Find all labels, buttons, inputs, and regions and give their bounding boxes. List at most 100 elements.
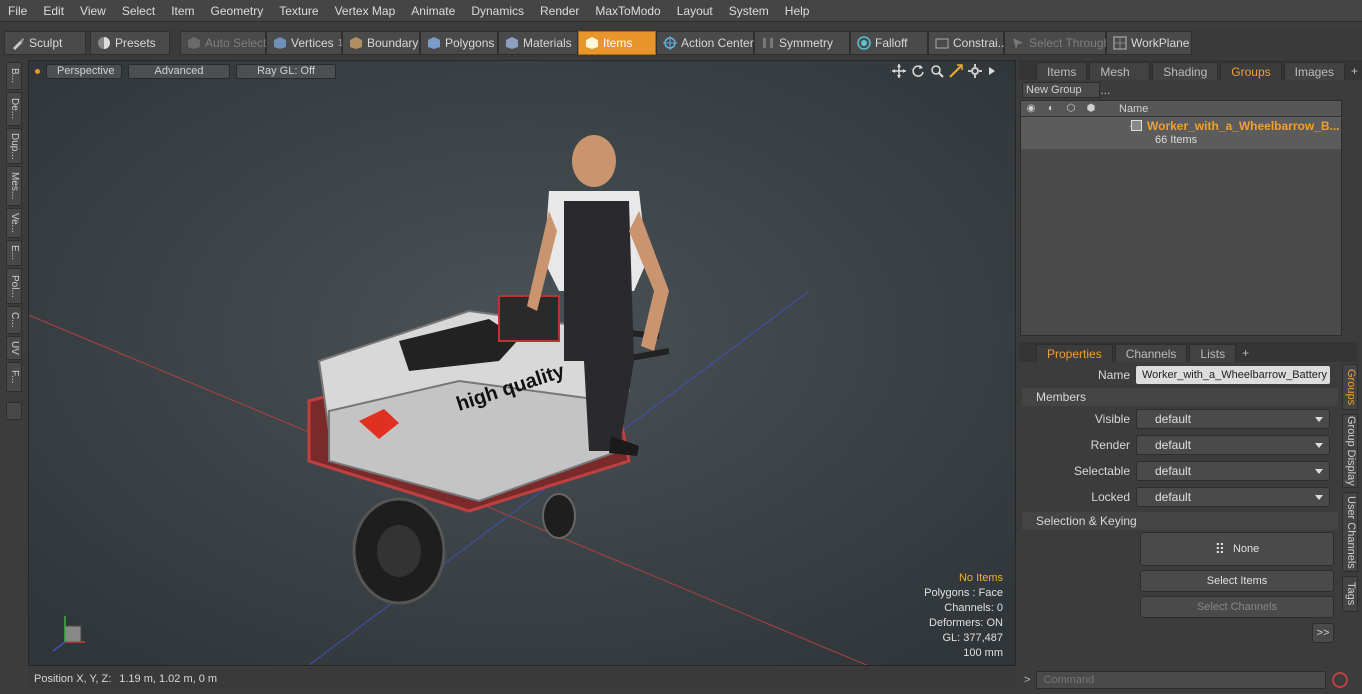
command-bar: > [1018,668,1362,692]
selection-keying-section[interactable]: Selection & Keying [1022,512,1338,530]
stats-polygons: Polygons : Face [924,587,1003,599]
render-dropdown[interactable]: default [1136,435,1330,455]
menu-animate[interactable]: Animate [403,0,463,22]
add-properties-tab-icon[interactable]: + [1238,344,1253,362]
action-center-label: Action Center [681,36,754,50]
locked-label: Locked [1091,490,1130,504]
auto-select-button[interactable]: Auto Select [180,31,266,55]
tab-lists[interactable]: Lists [1189,344,1237,362]
presets-icon [98,37,110,49]
menu-render[interactable]: Render [532,0,587,22]
selectable-dropdown[interactable]: default [1136,461,1330,481]
select-channels-button[interactable]: Select Channels [1140,596,1334,618]
menu-vertex-map[interactable]: Vertex Map [327,0,404,22]
left-tab-mesh[interactable]: Mes... [6,166,22,206]
left-tab-deform[interactable]: De... [6,92,22,126]
side-tab-groups[interactable]: Groups [1342,364,1358,410]
tab-items[interactable]: Items [1036,62,1088,80]
workplane-button[interactable]: WorkPlane [1106,31,1192,55]
raygl-button[interactable]: Ray GL: Off [236,63,336,79]
vertices-label: Vertices [291,36,334,50]
menu-view[interactable]: View [72,0,114,22]
locked-row: Locked default [1018,486,1338,508]
constrain-button[interactable]: Constrai... [928,31,1008,55]
command-prompt-icon: > [1024,674,1031,686]
left-tab-extra[interactable] [6,402,22,420]
menu-item[interactable]: Item [163,0,202,22]
properties-tabs: Properties Channels Lists + [1018,342,1358,362]
viewport-expand-icon[interactable] [987,64,997,78]
boundary-button[interactable]: Boundary [342,31,420,55]
right-side-tabs: Groups Group Display User Channels Tags [1340,362,1360,662]
more-button[interactable]: >> [1312,623,1334,643]
shading-mode-button[interactable]: Advanced [128,63,230,79]
left-tab-duplicate[interactable]: Dup... [6,128,22,164]
menu-layout[interactable]: Layout [669,0,721,22]
keying-none-button[interactable]: ⠿ None [1140,532,1334,566]
left-tab-vertex[interactable]: Ve... [6,208,22,238]
tab-channels[interactable]: Channels [1114,344,1188,362]
viewport-scene: high quality [29,61,1015,665]
sculpt-button[interactable]: Sculpt [4,31,86,55]
select-items-button[interactable]: Select Items [1140,570,1334,592]
new-group-button[interactable]: New Group [1022,82,1100,98]
group-row[interactable]: + Worker_with_a_Wheelbarrow_B... 66 Item… [1021,117,1341,149]
menu-edit[interactable]: Edit [35,0,72,22]
3d-viewport[interactable]: high quality Perspective Advanced Ray GL… [28,60,1016,666]
vertices-button[interactable]: Vertices 1 [266,31,343,55]
left-tab-basic[interactable]: B... [6,62,22,90]
record-icon[interactable] [1332,672,1349,688]
left-tab-uv[interactable]: UV [6,336,22,360]
tab-shading[interactable]: Shading [1152,62,1219,80]
tab-images[interactable]: Images [1283,62,1345,80]
add-tab-icon[interactable]: + [1347,62,1362,80]
left-tab-polygon[interactable]: Pol... [6,268,22,304]
left-tab-curve[interactable]: C... [6,306,22,334]
menu-help[interactable]: Help [777,0,818,22]
materials-button[interactable]: Materials [498,31,578,55]
chevron-down-icon [1315,417,1323,422]
visible-row: Visible default [1018,408,1338,430]
menu-geometry[interactable]: Geometry [203,0,272,22]
left-tab-fusion[interactable]: F... [6,362,22,392]
falloff-button[interactable]: Falloff [850,31,928,55]
menu-file[interactable]: File [0,0,35,22]
command-input[interactable] [1036,671,1327,689]
polygons-button[interactable]: Polygons [420,31,498,55]
action-center-button[interactable]: Action Center [656,31,754,55]
workplane-icon [1113,36,1127,50]
pan-icon[interactable] [892,64,906,78]
tab-mesh[interactable]: Mesh ... [1089,62,1151,97]
menu-texture[interactable]: Texture [271,0,326,22]
left-tab-edge[interactable]: E... [6,240,22,266]
zoom-icon[interactable] [930,64,944,78]
viewport-menu-dot[interactable] [35,68,40,74]
rotate-icon[interactable] [911,64,925,78]
select-through-button[interactable]: Select Through [1004,31,1110,55]
symmetry-button[interactable]: Symmetry [754,31,850,55]
presets-button[interactable]: Presets [90,31,170,55]
visible-dropdown[interactable]: default [1136,409,1330,429]
members-section[interactable]: Members [1022,388,1338,406]
items-button[interactable]: Items [578,31,656,55]
side-tab-group-display[interactable]: Group Display [1342,414,1358,488]
boundary-icon [350,37,362,49]
polygons-icon [428,37,440,49]
fit-view-icon[interactable] [949,64,963,78]
viewport-settings-icon[interactable] [968,64,982,78]
groups-list: ◉ ◐ ⬡ ⬢ Name + Worker_with_a_Wheelbarrow… [1020,100,1342,336]
locked-dropdown[interactable]: default [1136,487,1330,507]
name-field[interactable]: Worker_with_a_Wheelbarrow_Battery [1136,366,1330,384]
menu-dynamics[interactable]: Dynamics [463,0,532,22]
view-mode-button[interactable]: Perspective [46,63,122,79]
tab-groups[interactable]: Groups [1220,62,1282,80]
menu-select[interactable]: Select [114,0,163,22]
vertices-icon [274,37,286,49]
group-icon [1131,120,1142,131]
menu-maxtomodo[interactable]: MaxToModo [587,0,668,22]
side-tab-tags[interactable]: Tags [1342,576,1358,612]
side-tab-user-channels[interactable]: User Channels [1342,492,1358,572]
materials-icon [506,37,518,49]
menu-system[interactable]: System [721,0,777,22]
tab-properties[interactable]: Properties [1036,344,1113,362]
